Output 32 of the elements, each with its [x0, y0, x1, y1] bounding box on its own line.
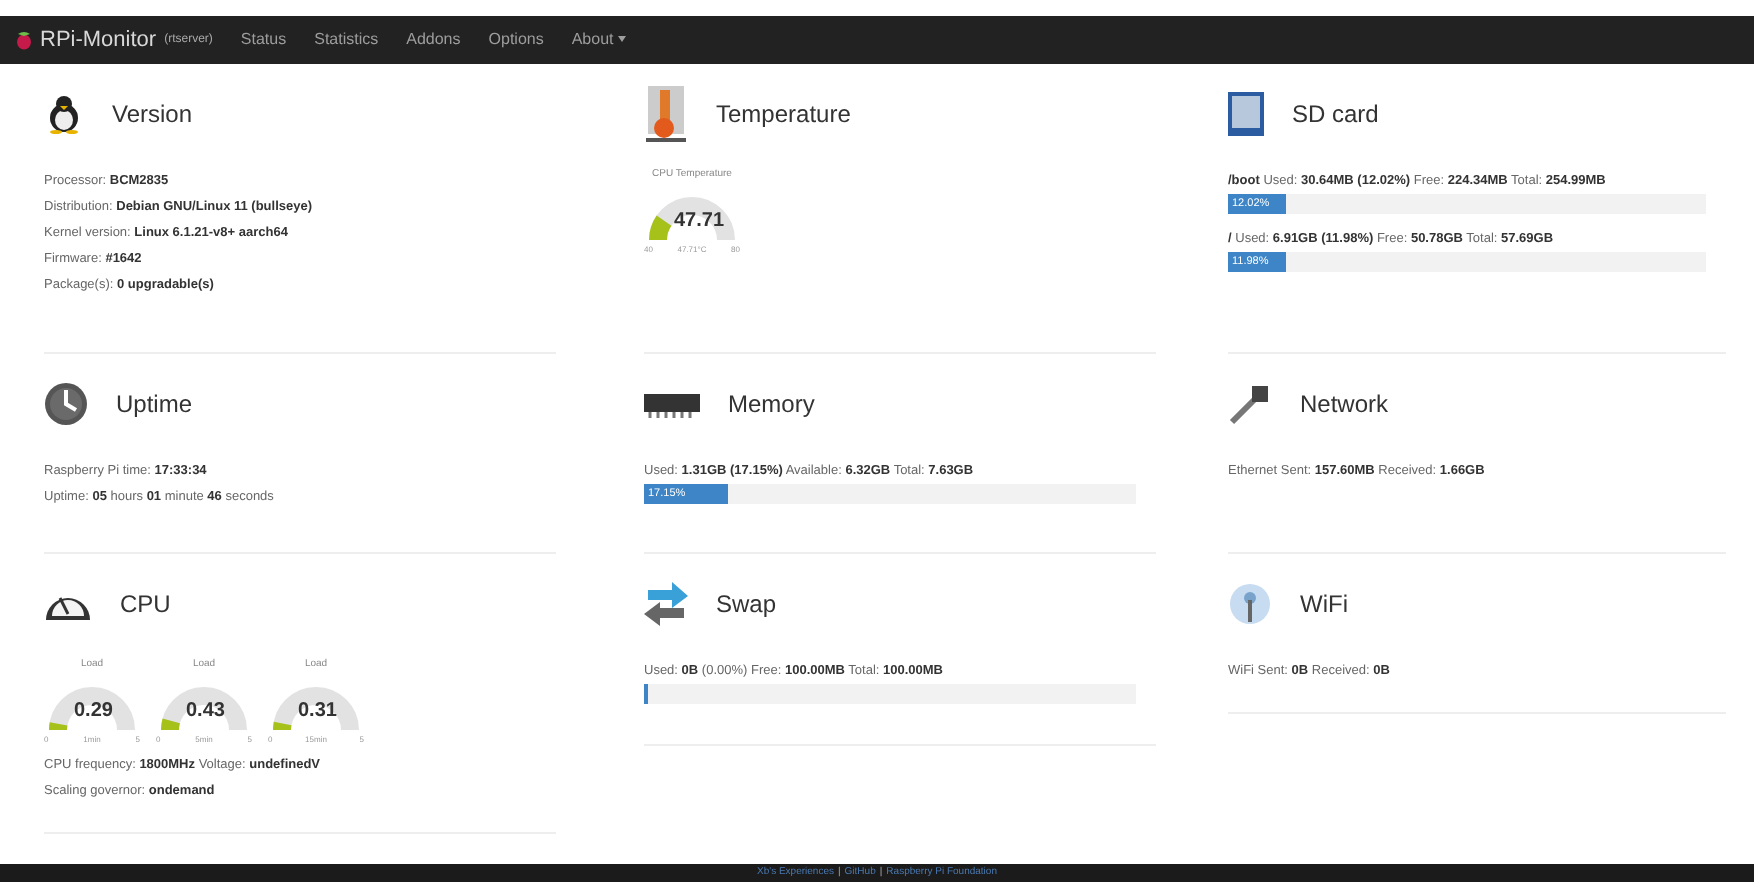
nav-link[interactable]: About [571, 28, 626, 52]
memory-chip-icon [644, 390, 700, 418]
brand-link[interactable]: RPi-Monitor [40, 23, 157, 57]
thermometer-icon [644, 86, 688, 142]
penguin-icon [44, 94, 84, 134]
raspberry-icon [16, 30, 32, 50]
section-title: SD card [1292, 98, 1379, 132]
section-title: Temperature [716, 98, 851, 132]
gauge-fill [649, 214, 672, 240]
nav-link[interactable]: Options [488, 28, 544, 52]
arrows-icon [644, 582, 688, 626]
section-title: WiFi [1300, 588, 1348, 622]
sd-card-icon [1228, 92, 1264, 136]
gauge-value: 0.43 [186, 701, 225, 721]
nav-link[interactable]: Status [240, 28, 287, 52]
section-title: Swap [716, 588, 777, 622]
gauge-value: 47.71 [674, 211, 725, 231]
gauge-value: 0.31 [298, 701, 337, 721]
gauge-value: 0.29 [74, 701, 113, 721]
cable-icon [1228, 382, 1272, 426]
section-title: CPU [120, 588, 171, 622]
antenna-icon [1228, 582, 1272, 626]
gauge-fill [49, 721, 68, 730]
section-title: Version [112, 98, 193, 132]
clock-icon [44, 382, 88, 426]
section-title: Memory [728, 388, 815, 422]
section-title: Network [1300, 388, 1389, 422]
nav-link[interactable]: Statistics [314, 28, 379, 52]
nav-link[interactable]: Addons [406, 28, 461, 52]
section-title: Uptime [116, 388, 193, 422]
gauge-fill [273, 721, 292, 730]
gauge-fill [161, 717, 180, 730]
